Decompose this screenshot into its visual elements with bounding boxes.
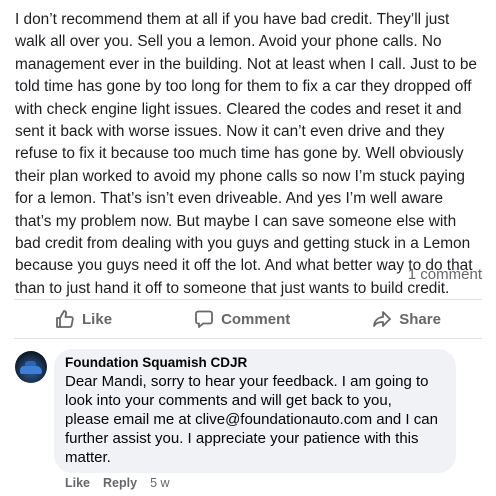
avatar-car-body bbox=[20, 366, 42, 374]
post-line: their plan worked to avoid my phone call… bbox=[15, 167, 465, 185]
post-line: I don’t recommend them at all if you hav… bbox=[15, 11, 450, 28]
thumbs-up-icon bbox=[56, 310, 74, 328]
actions-bottom-divider bbox=[14, 338, 482, 339]
comment-text: Dear Mandi, sorry to hear your feedback.… bbox=[65, 372, 445, 467]
comment-line: further assist you. I appreciate your pa… bbox=[65, 430, 419, 447]
comment-label: Comment bbox=[221, 310, 291, 328]
post-line: sent it back with worse issues. Now it c… bbox=[15, 123, 445, 141]
post-line: for a lemon. That’s isn’t even driveable… bbox=[15, 190, 444, 208]
post-text: I don’t recommend them at all if you hav… bbox=[15, 9, 489, 300]
comment-reply-button[interactable]: Reply bbox=[103, 476, 137, 490]
comment-line: please email me at clive@foundationauto.… bbox=[65, 411, 438, 428]
comment-line: look into your comments and will get bac… bbox=[65, 392, 392, 409]
comment-button[interactable]: Comment bbox=[194, 309, 290, 329]
comment-bubble-icon bbox=[195, 310, 213, 328]
actions-top-divider bbox=[14, 299, 482, 300]
comment-line: Dear Mandi, sorry to hear your feedback.… bbox=[65, 373, 429, 390]
like-label: Like bbox=[82, 310, 113, 328]
comment-meta: Like Reply 5 w bbox=[65, 476, 170, 490]
post-line: told time has gone by too long for them … bbox=[15, 78, 472, 96]
post-line: bad credit from dealing with you guys an… bbox=[15, 235, 471, 253]
share-arrow-icon bbox=[373, 311, 392, 327]
comment-count-link[interactable]: 1 comment bbox=[408, 266, 482, 283]
comment-like-button[interactable]: Like bbox=[65, 476, 90, 490]
like-button[interactable]: Like bbox=[55, 309, 112, 329]
post-line: refuse to fix it because too much time h… bbox=[15, 145, 464, 163]
commenter-avatar[interactable] bbox=[15, 351, 47, 383]
post-actions-bar: Like Comment Share bbox=[14, 302, 482, 336]
post-line: that’s my problem now. But maybe I can s… bbox=[15, 212, 457, 230]
commenter-name[interactable]: Foundation Squamish CDJR bbox=[65, 355, 247, 370]
share-label: Share bbox=[399, 310, 441, 328]
post-line: management ever in the building. Not at … bbox=[15, 55, 477, 73]
comment-timestamp[interactable]: 5 w bbox=[150, 476, 169, 490]
post-line: walk all over you. Sell you a lemon. Avo… bbox=[15, 33, 442, 51]
comment-line: matter. bbox=[65, 449, 111, 466]
post-line: with check engine light issues. Cleared … bbox=[15, 100, 462, 118]
share-button[interactable]: Share bbox=[372, 309, 441, 329]
